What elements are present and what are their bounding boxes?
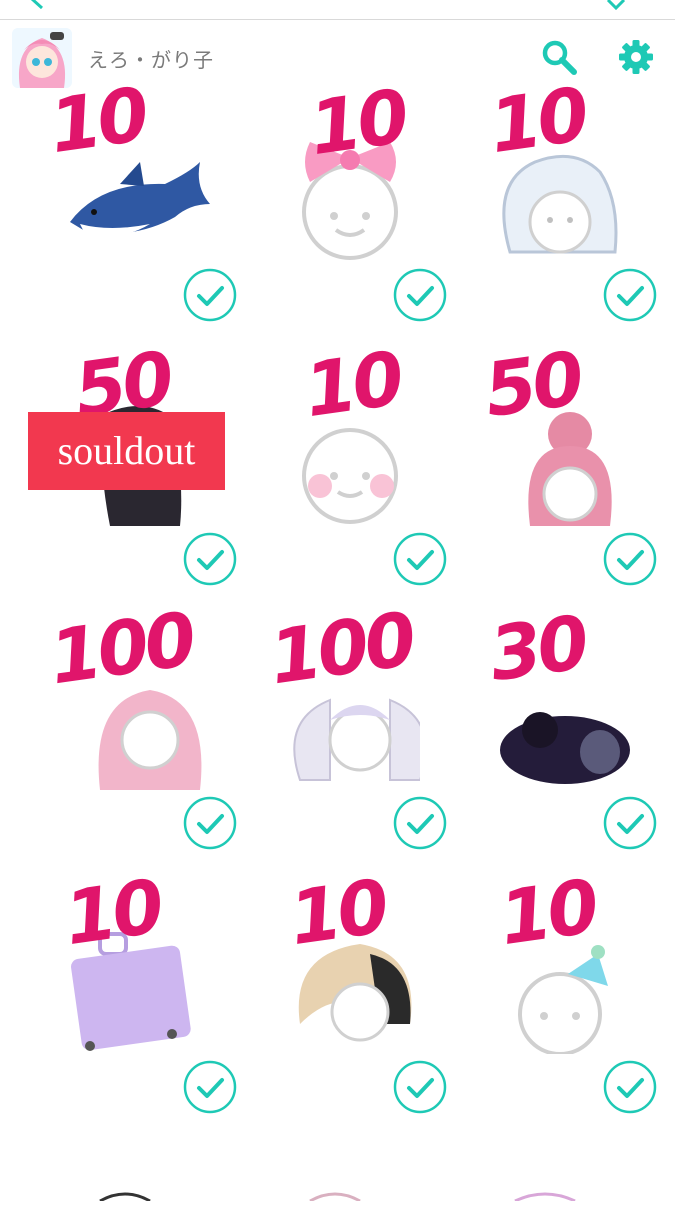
check-icon[interactable]	[183, 796, 237, 850]
top-bar	[0, 0, 675, 20]
grid-item[interactable]: 10	[240, 336, 450, 620]
grid-item[interactable]: 100	[30, 597, 240, 884]
check-icon[interactable]	[393, 1060, 447, 1114]
next-row-preview	[0, 1186, 675, 1203]
check-icon[interactable]	[393, 796, 447, 850]
next-row-partial-icons	[99, 1192, 576, 1203]
check-icon[interactable]	[603, 1060, 657, 1114]
header: えろ・がり子	[0, 22, 675, 92]
party-hat-icon	[518, 945, 608, 1054]
check-icon[interactable]	[183, 532, 237, 586]
grid-item[interactable]: 100	[240, 597, 450, 884]
grid-item[interactable]: 10	[240, 74, 450, 356]
gear-icon[interactable]	[617, 38, 655, 76]
check-icon[interactable]	[603, 268, 657, 322]
dark-creature-icon	[500, 712, 630, 784]
top-divider	[0, 19, 675, 20]
avatar-image	[12, 28, 72, 88]
blush-face-icon	[302, 428, 398, 524]
check-icon[interactable]	[393, 532, 447, 586]
grid-item[interactable]: 50	[450, 336, 660, 620]
grid-item[interactable]: 10	[30, 72, 240, 356]
search-icon[interactable]	[540, 38, 578, 76]
suitcase-icon	[71, 932, 191, 1051]
pink-bow-icon	[302, 142, 398, 260]
pink-long-hair-icon	[98, 690, 202, 790]
back-icon[interactable]	[24, 0, 48, 10]
check-icon[interactable]	[393, 268, 447, 322]
grid-item[interactable]: 30	[450, 600, 660, 884]
grid-item[interactable]: 10	[450, 72, 660, 356]
seal-hat-icon	[502, 154, 618, 254]
grid-item[interactable]: 10	[450, 864, 660, 1148]
bun-hair-icon	[528, 412, 612, 526]
avatar[interactable]	[12, 28, 72, 88]
check-icon[interactable]	[603, 532, 657, 586]
twin-tails-hair-icon	[293, 698, 420, 781]
blonde-hair-icon	[298, 944, 412, 1042]
check-icon[interactable]	[183, 1060, 237, 1114]
check-icon[interactable]	[603, 796, 657, 850]
username: えろ・がり子	[88, 48, 214, 72]
check-icon[interactable]	[183, 268, 237, 322]
soldout-label: souldout	[28, 412, 225, 490]
shark-plush-icon	[70, 162, 210, 237]
grid-item[interactable]: 10	[30, 864, 240, 1148]
share-icon[interactable]	[604, 0, 628, 10]
grid-item[interactable]: 10	[240, 864, 450, 1148]
